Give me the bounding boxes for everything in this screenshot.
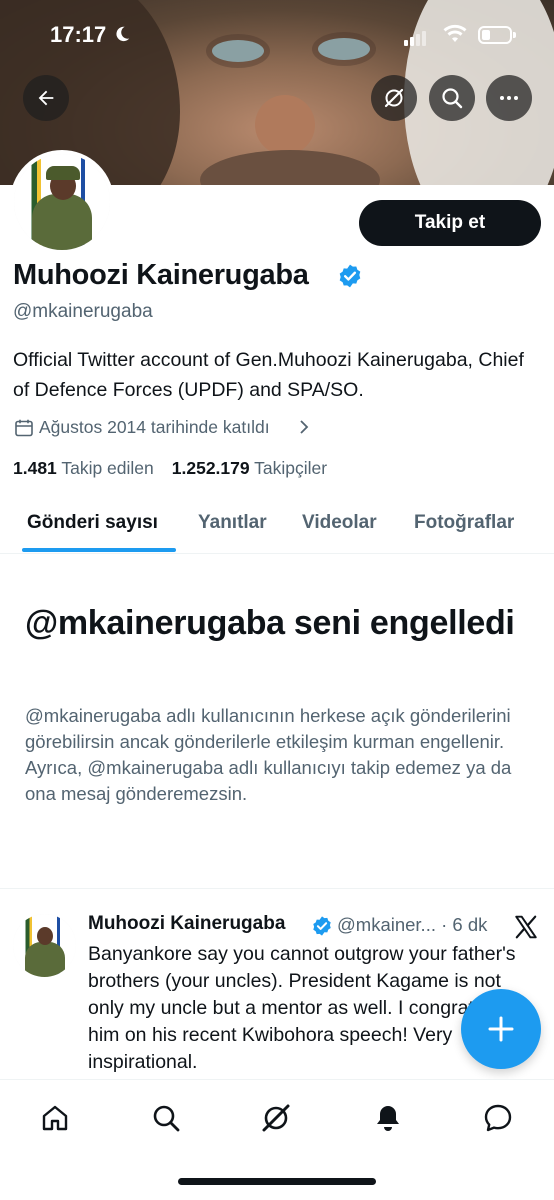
signal-icon <box>404 28 428 46</box>
tab-posts[interactable]: Gönderi sayısı <box>27 512 158 534</box>
post-meta: @mkainer... · 6 dk <box>337 914 488 935</box>
bell-icon <box>377 1106 399 1131</box>
following-label: Takip edilen <box>61 458 154 478</box>
grok-icon <box>262 1104 290 1132</box>
nav-grok[interactable] <box>258 1100 294 1136</box>
back-arrow-icon <box>38 90 54 106</box>
status-time: 17:17 <box>50 22 107 47</box>
nav-search[interactable] <box>148 1100 184 1136</box>
divider <box>0 553 554 554</box>
more-icon <box>500 96 518 100</box>
divider <box>0 888 554 889</box>
verified-badge-icon <box>339 264 361 288</box>
tab-photos[interactable]: Fotoğraflar <box>414 512 514 534</box>
x-logo-icon <box>515 915 537 939</box>
verified-badge-icon <box>313 916 331 936</box>
follow-stats: 1.481 Takip edilen 1.252.179 Takipçiler <box>13 458 327 479</box>
search-icon <box>153 1105 180 1132</box>
nav-messages[interactable] <box>480 1100 516 1136</box>
tab-replies[interactable]: Yanıtlar <box>198 512 267 534</box>
profile-avatar[interactable] <box>10 150 114 254</box>
nav-home[interactable] <box>37 1100 73 1136</box>
tab-videos[interactable]: Videolar <box>302 512 377 534</box>
battery-icon <box>478 26 516 44</box>
search-button[interactable] <box>429 75 475 121</box>
compose-button[interactable] <box>461 989 541 1069</box>
nav-notifications[interactable] <box>370 1100 406 1136</box>
post-avatar[interactable] <box>13 914 76 977</box>
home-icon <box>42 1105 68 1131</box>
followers-label: Takipçiler <box>254 458 328 478</box>
followers-link[interactable]: 1.252.179 Takipçiler <box>172 458 327 478</box>
following-count: 1.481 <box>13 458 57 478</box>
back-button[interactable] <box>23 75 69 121</box>
home-indicator[interactable] <box>178 1178 376 1185</box>
display-name: Muhoozi Kainerugaba <box>13 259 309 291</box>
grok-button[interactable] <box>371 75 417 121</box>
blocked-title: @mkainerugaba seni engelledi <box>25 604 515 642</box>
plus-icon <box>488 1016 514 1042</box>
post-author[interactable]: Muhoozi Kainerugaba <box>88 913 285 935</box>
joined-date: Ağustos 2014 tarihinde katıldı <box>39 417 270 437</box>
followers-count: 1.252.179 <box>171 458 250 478</box>
search-icon <box>442 88 463 109</box>
following-link[interactable]: 1.481 Takip edilen <box>13 458 154 478</box>
messages-icon <box>484 1104 512 1132</box>
profile-handle: @mkainerugaba <box>13 301 153 322</box>
grok-icon <box>384 88 404 108</box>
chevron-right-icon[interactable] <box>297 419 311 435</box>
active-tab-indicator <box>22 548 176 552</box>
more-button[interactable] <box>486 75 532 121</box>
profile-bio: Official Twitter account of Gen.Muhoozi … <box>13 349 524 401</box>
blocked-description: @mkainerugaba adlı kullanıcının herkese … <box>25 705 512 804</box>
moon-icon <box>116 26 130 42</box>
calendar-icon <box>15 419 33 437</box>
wifi-icon <box>443 24 467 42</box>
follow-button[interactable]: Takip et <box>359 200 541 246</box>
